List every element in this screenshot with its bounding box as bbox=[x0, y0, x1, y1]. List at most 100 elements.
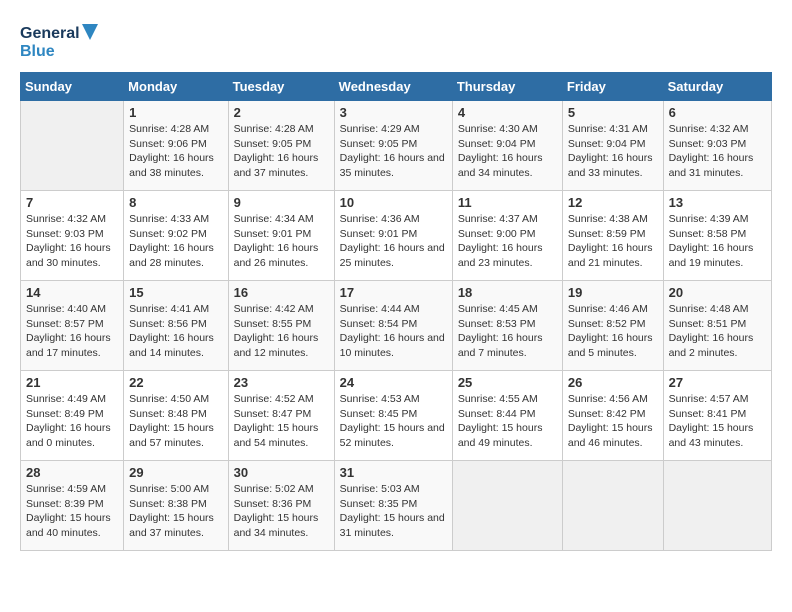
calendar-cell: 5 Sunrise: 4:31 AM Sunset: 9:04 PM Daylig… bbox=[562, 101, 663, 191]
svg-text:General: General bbox=[20, 25, 80, 42]
calendar-cell: 8 Sunrise: 4:33 AM Sunset: 9:02 PM Daylig… bbox=[124, 191, 228, 281]
calendar-cell: 3 Sunrise: 4:29 AM Sunset: 9:05 PM Daylig… bbox=[334, 101, 452, 191]
calendar-cell: 20 Sunrise: 4:48 AM Sunset: 8:51 PM Dayli… bbox=[663, 281, 771, 371]
weekday-header: Saturday bbox=[663, 73, 771, 101]
cell-content: Sunrise: 4:34 AM Sunset: 9:01 PM Dayligh… bbox=[234, 212, 329, 271]
weekday-header: Wednesday bbox=[334, 73, 452, 101]
calendar-cell: 7Sunrise: 4:32 AM Sunset: 9:03 PM Daylig… bbox=[21, 191, 124, 281]
day-number: 27 bbox=[669, 375, 766, 390]
calendar-cell: 6Sunrise: 4:32 AM Sunset: 9:03 PM Daylig… bbox=[663, 101, 771, 191]
day-number: 7 bbox=[26, 195, 118, 210]
calendar-cell: 14Sunrise: 4:40 AM Sunset: 8:57 PM Dayli… bbox=[21, 281, 124, 371]
day-number: 25 bbox=[458, 375, 557, 390]
cell-content: Sunrise: 4:39 AM Sunset: 8:58 PM Dayligh… bbox=[669, 212, 766, 271]
calendar-cell: 26Sunrise: 4:56 AM Sunset: 8:42 PM Dayli… bbox=[562, 371, 663, 461]
cell-content: Sunrise: 4:29 AM Sunset: 9:05 PM Dayligh… bbox=[340, 122, 447, 181]
cell-content: Sunrise: 4:48 AM Sunset: 8:51 PM Dayligh… bbox=[669, 302, 766, 361]
calendar-cell: 28 Sunrise: 4:59 AM Sunset: 8:39 PM Dayli… bbox=[21, 461, 124, 551]
day-number: 16 bbox=[234, 285, 329, 300]
calendar-cell: 15Sunrise: 4:41 AM Sunset: 8:56 PM Dayli… bbox=[124, 281, 228, 371]
cell-content: Sunrise: 4:42 AM Sunset: 8:55 PM Dayligh… bbox=[234, 302, 329, 361]
weekday-header: Tuesday bbox=[228, 73, 334, 101]
calendar-cell: 4 Sunrise: 4:30 AM Sunset: 9:04 PM Daylig… bbox=[452, 101, 562, 191]
day-number: 1 bbox=[129, 105, 222, 120]
calendar-week-row: 21Sunrise: 4:49 AM Sunset: 8:49 PM Dayli… bbox=[21, 371, 772, 461]
cell-content: Sunrise: 4:31 AM Sunset: 9:04 PM Dayligh… bbox=[568, 122, 658, 181]
cell-content: Sunrise: 4:57 AM Sunset: 8:41 PM Dayligh… bbox=[669, 392, 766, 451]
cell-content: Sunrise: 4:56 AM Sunset: 8:42 PM Dayligh… bbox=[568, 392, 658, 451]
calendar-cell: 9 Sunrise: 4:34 AM Sunset: 9:01 PM Daylig… bbox=[228, 191, 334, 281]
day-number: 31 bbox=[340, 465, 447, 480]
calendar-cell: 13 Sunrise: 4:39 AM Sunset: 8:58 PM Dayli… bbox=[663, 191, 771, 281]
calendar-cell: 24 Sunrise: 4:53 AM Sunset: 8:45 PM Dayli… bbox=[334, 371, 452, 461]
calendar-cell: 2 Sunrise: 4:28 AM Sunset: 9:05 PM Daylig… bbox=[228, 101, 334, 191]
day-number: 30 bbox=[234, 465, 329, 480]
cell-content: Sunrise: 4:28 AM Sunset: 9:06 PM Dayligh… bbox=[129, 122, 222, 181]
cell-content: Sunrise: 5:02 AM Sunset: 8:36 PM Dayligh… bbox=[234, 482, 329, 541]
cell-content: Sunrise: 4:52 AM Sunset: 8:47 PM Dayligh… bbox=[234, 392, 329, 451]
calendar-week-row: 14Sunrise: 4:40 AM Sunset: 8:57 PM Dayli… bbox=[21, 281, 772, 371]
calendar-cell: 19Sunrise: 4:46 AM Sunset: 8:52 PM Dayli… bbox=[562, 281, 663, 371]
weekday-header: Sunday bbox=[21, 73, 124, 101]
calendar-cell bbox=[21, 101, 124, 191]
calendar-cell bbox=[663, 461, 771, 551]
day-number: 19 bbox=[568, 285, 658, 300]
day-number: 21 bbox=[26, 375, 118, 390]
cell-content: Sunrise: 4:38 AM Sunset: 8:59 PM Dayligh… bbox=[568, 212, 658, 271]
day-number: 13 bbox=[669, 195, 766, 210]
calendar-cell: 25 Sunrise: 4:55 AM Sunset: 8:44 PM Dayli… bbox=[452, 371, 562, 461]
day-number: 5 bbox=[568, 105, 658, 120]
page-header: GeneralBlue bbox=[20, 20, 772, 62]
cell-content: Sunrise: 4:53 AM Sunset: 8:45 PM Dayligh… bbox=[340, 392, 447, 451]
cell-content: Sunrise: 4:50 AM Sunset: 8:48 PM Dayligh… bbox=[129, 392, 222, 451]
day-number: 17 bbox=[340, 285, 447, 300]
calendar-week-row: 1 Sunrise: 4:28 AM Sunset: 9:06 PM Daylig… bbox=[21, 101, 772, 191]
calendar-cell: 23 Sunrise: 4:52 AM Sunset: 8:47 PM Dayli… bbox=[228, 371, 334, 461]
calendar-week-row: 28 Sunrise: 4:59 AM Sunset: 8:39 PM Dayli… bbox=[21, 461, 772, 551]
calendar-cell: 21Sunrise: 4:49 AM Sunset: 8:49 PM Dayli… bbox=[21, 371, 124, 461]
day-number: 4 bbox=[458, 105, 557, 120]
day-number: 20 bbox=[669, 285, 766, 300]
day-number: 23 bbox=[234, 375, 329, 390]
calendar-cell: 12 Sunrise: 4:38 AM Sunset: 8:59 PM Dayli… bbox=[562, 191, 663, 281]
weekday-header: Friday bbox=[562, 73, 663, 101]
calendar-cell: 1 Sunrise: 4:28 AM Sunset: 9:06 PM Daylig… bbox=[124, 101, 228, 191]
weekday-header: Thursday bbox=[452, 73, 562, 101]
cell-content: Sunrise: 4:28 AM Sunset: 9:05 PM Dayligh… bbox=[234, 122, 329, 181]
calendar-cell: 10 Sunrise: 4:36 AM Sunset: 9:01 PM Dayli… bbox=[334, 191, 452, 281]
calendar-cell bbox=[452, 461, 562, 551]
day-number: 3 bbox=[340, 105, 447, 120]
cell-content: Sunrise: 4:55 AM Sunset: 8:44 PM Dayligh… bbox=[458, 392, 557, 451]
cell-content: Sunrise: 4:40 AM Sunset: 8:57 PM Dayligh… bbox=[26, 302, 118, 361]
calendar-cell bbox=[562, 461, 663, 551]
day-number: 2 bbox=[234, 105, 329, 120]
cell-content: Sunrise: 4:32 AM Sunset: 9:03 PM Dayligh… bbox=[669, 122, 766, 181]
cell-content: Sunrise: 5:03 AM Sunset: 8:35 PM Dayligh… bbox=[340, 482, 447, 541]
day-number: 24 bbox=[340, 375, 447, 390]
calendar-cell: 16 Sunrise: 4:42 AM Sunset: 8:55 PM Dayli… bbox=[228, 281, 334, 371]
calendar-table: SundayMondayTuesdayWednesdayThursdayFrid… bbox=[20, 72, 772, 551]
cell-content: Sunrise: 4:33 AM Sunset: 9:02 PM Dayligh… bbox=[129, 212, 222, 271]
cell-content: Sunrise: 4:45 AM Sunset: 8:53 PM Dayligh… bbox=[458, 302, 557, 361]
day-number: 28 bbox=[26, 465, 118, 480]
day-number: 9 bbox=[234, 195, 329, 210]
day-number: 22 bbox=[129, 375, 222, 390]
cell-content: Sunrise: 4:59 AM Sunset: 8:39 PM Dayligh… bbox=[26, 482, 118, 541]
logo: GeneralBlue bbox=[20, 20, 110, 62]
cell-content: Sunrise: 4:41 AM Sunset: 8:56 PM Dayligh… bbox=[129, 302, 222, 361]
logo-svg: GeneralBlue bbox=[20, 20, 110, 62]
cell-content: Sunrise: 4:37 AM Sunset: 9:00 PM Dayligh… bbox=[458, 212, 557, 271]
calendar-header-row: SundayMondayTuesdayWednesdayThursdayFrid… bbox=[21, 73, 772, 101]
calendar-cell: 22 Sunrise: 4:50 AM Sunset: 8:48 PM Dayli… bbox=[124, 371, 228, 461]
cell-content: Sunrise: 4:30 AM Sunset: 9:04 PM Dayligh… bbox=[458, 122, 557, 181]
weekday-header: Monday bbox=[124, 73, 228, 101]
day-number: 8 bbox=[129, 195, 222, 210]
calendar-cell: 30 Sunrise: 5:02 AM Sunset: 8:36 PM Dayli… bbox=[228, 461, 334, 551]
cell-content: Sunrise: 4:36 AM Sunset: 9:01 PM Dayligh… bbox=[340, 212, 447, 271]
calendar-cell: 11Sunrise: 4:37 AM Sunset: 9:00 PM Dayli… bbox=[452, 191, 562, 281]
day-number: 12 bbox=[568, 195, 658, 210]
svg-text:Blue: Blue bbox=[20, 43, 55, 60]
day-number: 10 bbox=[340, 195, 447, 210]
calendar-week-row: 7Sunrise: 4:32 AM Sunset: 9:03 PM Daylig… bbox=[21, 191, 772, 281]
cell-content: Sunrise: 5:00 AM Sunset: 8:38 PM Dayligh… bbox=[129, 482, 222, 541]
